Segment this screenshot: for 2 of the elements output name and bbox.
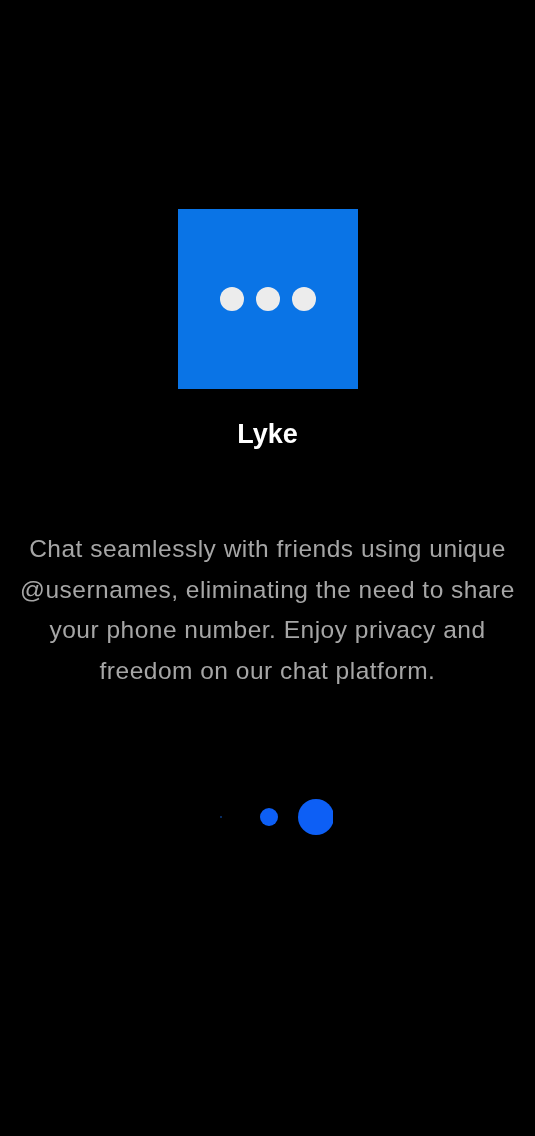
app-name: Lyke [237, 418, 298, 451]
description-text: Chat seamlessly with friends using unique @usernames, eliminating the need to share your phone number. Enjoy privacy and freedom on our chat platform. [19, 534, 516, 686]
